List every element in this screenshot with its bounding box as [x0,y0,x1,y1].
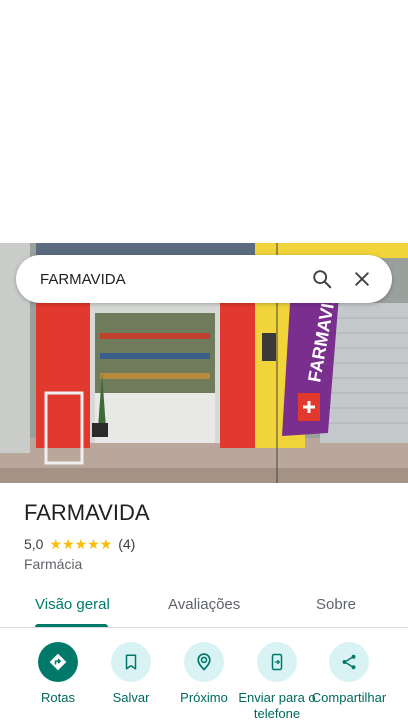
rating-row[interactable]: 5,0 ★★★★★ (4) [24,536,135,552]
directions-button[interactable]: Rotas [18,642,98,706]
save-icon-container [111,642,151,682]
review-count: (4) [118,536,136,552]
star-rating: ★★★★★ [49,537,112,551]
save-label: Salvar [112,690,150,705]
tab-about[interactable]: Sobre [316,596,356,613]
place-category: Farmácia [24,556,83,572]
nearby-button[interactable]: Próximo [164,642,244,706]
send-to-phone-icon-container [257,642,297,682]
active-tab-indicator [35,624,108,627]
place-tabs: Visão geral Avaliações Sobre [0,584,408,628]
clear-search-button[interactable] [342,259,382,299]
rating-value: 5,0 [24,536,44,552]
directions-icon-container [38,642,78,682]
tab-overview[interactable]: Visão geral [35,596,110,613]
nearby-icon-container [184,642,224,682]
share-button[interactable]: Compartilhar [309,642,389,706]
save-button[interactable]: Salvar [91,642,171,706]
place-title: FARMAVIDA [24,500,150,525]
send-to-phone-button[interactable]: Enviar para o telefone [237,642,317,722]
map-area[interactable] [0,0,408,243]
send-to-phone-label: Enviar para o telefone [238,690,316,721]
search-button[interactable] [302,259,342,299]
search-icon [313,270,332,289]
close-icon [355,272,369,286]
share-label: Compartilhar [311,690,387,705]
stars-icon: ★★★★★ [49,536,113,552]
nearby-icon [197,653,211,671]
share-icon [342,654,356,670]
bookmark-icon [125,654,137,670]
directions-icon [49,653,67,671]
tab-reviews[interactable]: Avaliações [168,596,240,613]
nearby-label: Próximo [180,690,228,705]
search-bar[interactable]: FARMAVIDA [16,255,392,303]
directions-label: Rotas [41,690,75,705]
send-to-phone-icon [271,653,283,671]
share-icon-container [329,642,369,682]
search-input[interactable]: FARMAVIDA [40,271,302,288]
